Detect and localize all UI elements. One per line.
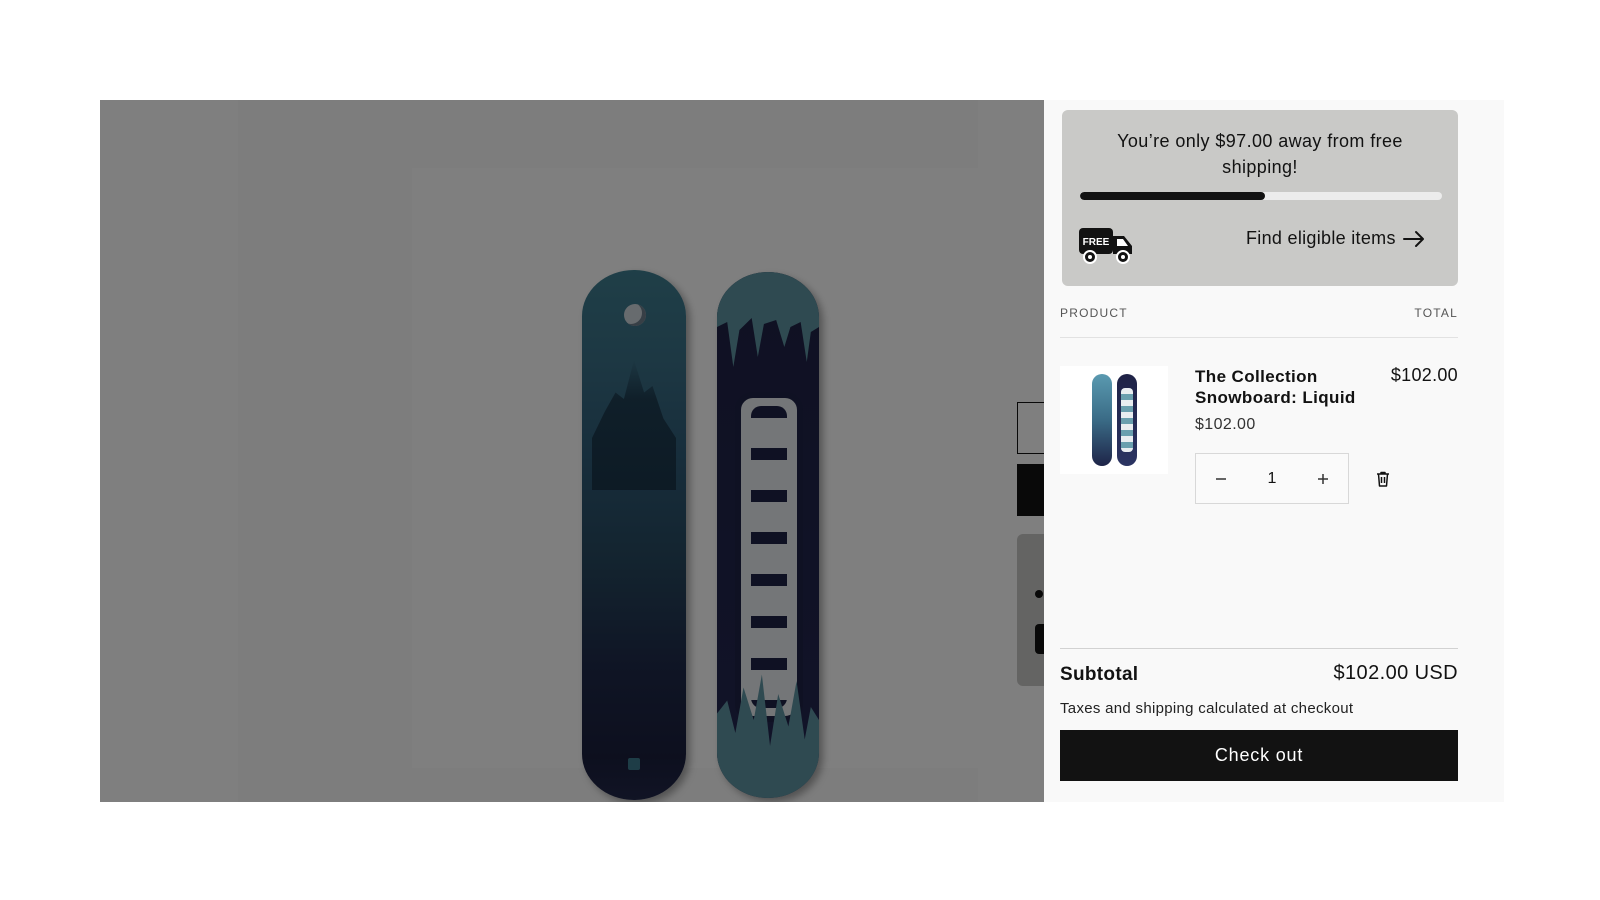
mini-board-top [1092, 374, 1112, 466]
cart-table-header: PRODUCT TOTAL [1060, 300, 1458, 338]
quantity-stepper: 1 [1195, 453, 1349, 504]
cart-item-unit-price: $102.00 [1195, 416, 1256, 433]
mini-board-base [1117, 374, 1137, 466]
cart-item-line-total: $102.00 [1390, 365, 1458, 385]
plus-icon [1318, 473, 1328, 484]
cart-item-name[interactable]: The Collection Snowboard: Liquid [1195, 366, 1375, 408]
tax-shipping-note: Taxes and shipping calculated at checkou… [1060, 700, 1354, 717]
free-shipping-progress-fill [1080, 192, 1265, 200]
find-eligible-items-link[interactable]: Find eligible items [1246, 228, 1426, 249]
quantity-increase-button[interactable] [1298, 454, 1348, 503]
store-frame: You’re only $97.00 away from free shippi… [100, 100, 1504, 802]
subtotal-label: Subtotal [1060, 664, 1139, 685]
free-shipping-truck-icon: FREE [1079, 228, 1132, 264]
cart-footer-divider [1060, 648, 1458, 649]
product-column-header: PRODUCT [1060, 306, 1128, 320]
cart-drawer: You’re only $97.00 away from free shippi… [1044, 100, 1504, 802]
arrow-right-icon [1402, 230, 1424, 247]
quantity-decrease-button[interactable] [1196, 454, 1246, 503]
quantity-input[interactable]: 1 [1246, 454, 1298, 503]
free-shipping-card: You’re only $97.00 away from free shippi… [1062, 110, 1458, 286]
free-shipping-message: You’re only $97.00 away from free shippi… [1117, 131, 1403, 177]
free-shipping-progress [1080, 192, 1442, 200]
cart-item-image[interactable] [1060, 366, 1168, 474]
find-eligible-items-label: Find eligible items [1246, 228, 1396, 248]
total-column-header: TOTAL [1414, 306, 1458, 320]
free-badge-label: FREE [1083, 237, 1110, 248]
checkout-button[interactable]: Check out [1060, 730, 1458, 781]
subtotal-value: $102.00 USD [1333, 662, 1458, 684]
minus-icon [1216, 477, 1226, 480]
remove-item-trash-icon[interactable] [1374, 470, 1392, 488]
